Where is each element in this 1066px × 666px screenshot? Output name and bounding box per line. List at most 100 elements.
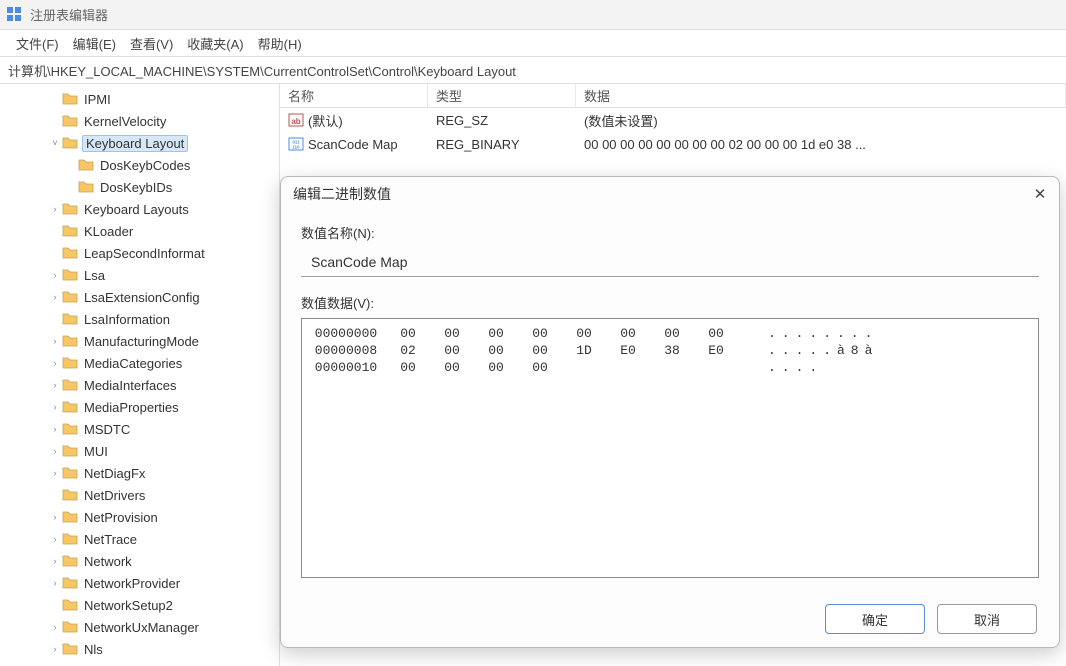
hex-byte[interactable]: E0 — [606, 342, 650, 359]
chevron-icon[interactable]: › — [48, 622, 62, 632]
address-bar[interactable]: 计算机\HKEY_LOCAL_MACHINE\SYSTEM\CurrentCon… — [0, 56, 1066, 84]
chevron-icon[interactable]: › — [48, 336, 62, 346]
chevron-icon[interactable]: ˅ — [48, 138, 62, 148]
folder-icon — [62, 576, 78, 590]
tree-item[interactable]: ›MSDTC — [0, 418, 279, 440]
tree-item[interactable]: ›NetTrace — [0, 528, 279, 550]
chevron-icon[interactable]: › — [48, 424, 62, 434]
list-row[interactable]: ab(默认)REG_SZ(数值未设置) — [280, 108, 1066, 132]
tree-item[interactable]: ›MediaInterfaces — [0, 374, 279, 396]
ok-button[interactable]: 确定 — [825, 604, 925, 634]
tree-item-label: KernelVelocity — [82, 114, 168, 129]
hex-byte[interactable]: 1D — [562, 342, 606, 359]
hex-byte[interactable]: 00 — [474, 325, 518, 342]
tree-item[interactable]: ›NetworkUxManager — [0, 616, 279, 638]
tree-item[interactable]: › LsaExtensionConfig — [0, 286, 279, 308]
tree-item[interactable]: KernelVelocity — [0, 110, 279, 132]
hex-byte[interactable]: 00 — [474, 359, 518, 376]
tree-item[interactable]: ›NetDiagFx — [0, 462, 279, 484]
hex-byte[interactable] — [562, 359, 606, 376]
chevron-icon[interactable]: › — [48, 534, 62, 544]
chevron-icon[interactable]: › — [48, 512, 62, 522]
tree-item[interactable]: ›MediaProperties — [0, 396, 279, 418]
list-header-name[interactable]: 名称 — [280, 84, 428, 107]
chevron-icon[interactable]: › — [48, 578, 62, 588]
chevron-icon[interactable]: › — [48, 644, 62, 654]
hex-byte[interactable]: 00 — [474, 342, 518, 359]
tree-item[interactable]: ›Keyboard Layouts — [0, 198, 279, 220]
value-type: REG_SZ — [436, 113, 488, 128]
tree-item[interactable]: ˅Keyboard Layout — [0, 132, 279, 154]
hex-byte[interactable]: 00 — [518, 325, 562, 342]
svg-text:110: 110 — [293, 145, 301, 150]
tree-item[interactable]: KLoader — [0, 220, 279, 242]
menu-favorites[interactable]: 收藏夹(A) — [187, 34, 243, 53]
edit-binary-dialog: 编辑二进制数值 ✕ 数值名称(N): ScanCode Map 数值数据(V):… — [280, 176, 1060, 648]
hex-byte[interactable]: 00 — [386, 359, 430, 376]
chevron-icon[interactable]: › — [48, 270, 62, 280]
address-path: 计算机\HKEY_LOCAL_MACHINE\SYSTEM\CurrentCon… — [8, 61, 516, 80]
hex-byte[interactable] — [650, 359, 694, 376]
chevron-icon[interactable]: › — [48, 468, 62, 478]
hex-byte[interactable]: 38 — [650, 342, 694, 359]
chevron-icon[interactable]: › — [48, 402, 62, 412]
tree-item[interactable]: DosKeybIDs — [0, 176, 279, 198]
tree-item-label: LeapSecondInformat — [82, 246, 207, 261]
tree-item[interactable]: ›Lsa — [0, 264, 279, 286]
chevron-icon[interactable]: › — [48, 446, 62, 456]
name-field[interactable]: ScanCode Map — [301, 248, 1039, 277]
hex-byte[interactable]: 00 — [386, 325, 430, 342]
list-row[interactable]: 011110ScanCode MapREG_BINARY00 00 00 00 … — [280, 132, 1066, 156]
hex-byte[interactable]: 00 — [518, 359, 562, 376]
hex-byte[interactable]: 00 — [694, 325, 738, 342]
tree-pane[interactable]: IPMIKernelVelocity˅Keyboard LayoutDosKey… — [0, 84, 280, 666]
hex-byte[interactable]: 02 — [386, 342, 430, 359]
svg-text:ab: ab — [291, 117, 300, 126]
tree-item[interactable]: ›MUI — [0, 440, 279, 462]
menu-view[interactable]: 查看(V) — [130, 34, 173, 53]
tree-item[interactable]: DosKeybCodes — [0, 154, 279, 176]
tree-item[interactable]: IPMI — [0, 88, 279, 110]
chevron-icon[interactable]: › — [48, 358, 62, 368]
hex-byte[interactable] — [606, 359, 650, 376]
hex-byte[interactable]: 00 — [650, 325, 694, 342]
menu-edit[interactable]: 编辑(E) — [73, 34, 116, 53]
hex-byte[interactable]: 00 — [606, 325, 650, 342]
tree-item[interactable]: ›NetProvision — [0, 506, 279, 528]
hex-editor[interactable]: 000000000000000000000000........00000008… — [301, 318, 1039, 578]
menu-file[interactable]: 文件(F) — [16, 34, 59, 53]
hex-byte[interactable]: E0 — [694, 342, 738, 359]
hex-byte[interactable]: 00 — [562, 325, 606, 342]
chevron-icon[interactable]: › — [48, 380, 62, 390]
dialog-buttons: 确定 取消 — [281, 591, 1059, 647]
tree-item[interactable]: NetworkSetup2 — [0, 594, 279, 616]
list-header-type[interactable]: 类型 — [428, 84, 576, 107]
folder-icon — [62, 114, 78, 128]
tree-item[interactable]: ›Nls — [0, 638, 279, 660]
tree-item[interactable]: ›ManufacturingMode — [0, 330, 279, 352]
hex-byte[interactable] — [694, 359, 738, 376]
chevron-icon[interactable]: › — [48, 204, 62, 214]
menu-help[interactable]: 帮助(H) — [258, 34, 302, 53]
regedit-icon — [6, 6, 24, 24]
hex-offset: 00000000 — [306, 325, 386, 342]
tree-item-label: LsaExtensionConfig — [82, 290, 202, 305]
chevron-icon[interactable]: › — [48, 556, 62, 566]
binary-value-icon: 011110 — [288, 136, 304, 152]
tree-item[interactable]: NetDrivers — [0, 484, 279, 506]
tree-item[interactable]: ›Network — [0, 550, 279, 572]
chevron-icon[interactable]: › — [48, 292, 62, 302]
tree-item[interactable]: LeapSecondInformat — [0, 242, 279, 264]
hex-byte[interactable]: 00 — [430, 359, 474, 376]
cancel-button[interactable]: 取消 — [937, 604, 1037, 634]
close-icon[interactable]: ✕ — [1029, 183, 1051, 205]
list-header-data[interactable]: 数据 — [576, 84, 1066, 107]
value-type: REG_BINARY — [436, 137, 520, 152]
hex-ascii: .... — [768, 359, 823, 376]
hex-byte[interactable]: 00 — [430, 325, 474, 342]
tree-item[interactable]: ›NetworkProvider — [0, 572, 279, 594]
tree-item[interactable]: ›MediaCategories — [0, 352, 279, 374]
hex-byte[interactable]: 00 — [430, 342, 474, 359]
hex-byte[interactable]: 00 — [518, 342, 562, 359]
tree-item[interactable]: LsaInformation — [0, 308, 279, 330]
